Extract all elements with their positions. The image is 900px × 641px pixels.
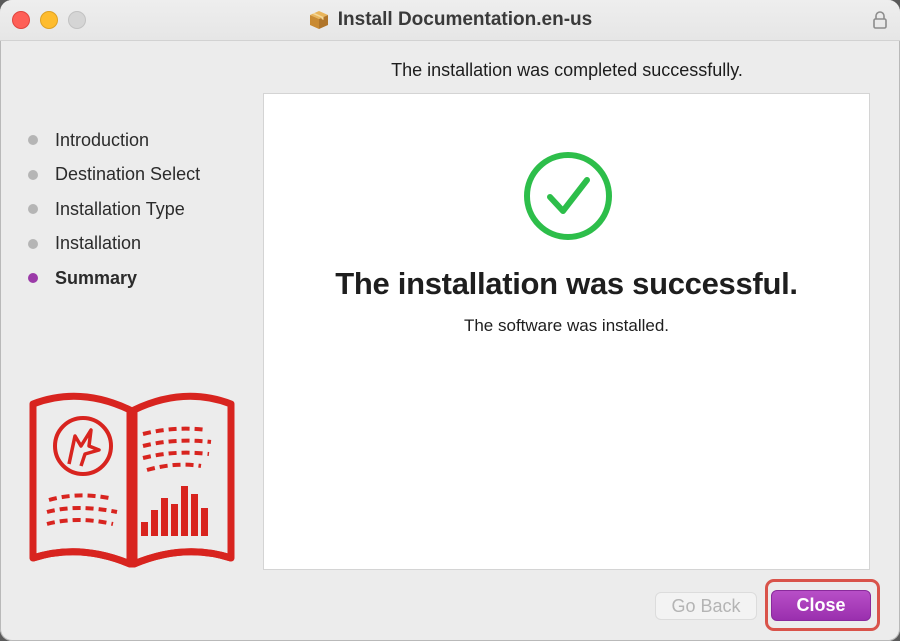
step-status-dot [28, 204, 38, 215]
close-button[interactable]: Close [771, 590, 871, 621]
step-introduction: Introduction [28, 123, 200, 158]
step-label: Destination Select [55, 164, 201, 185]
go-back-button: Go Back [655, 592, 757, 620]
step-status-dot [28, 273, 38, 284]
checkmark-circle-icon [524, 152, 612, 240]
step-label: Installation [55, 233, 142, 254]
step-installation: Installation [28, 227, 200, 262]
documentation-book-logo [29, 392, 235, 568]
step-status-dot [28, 135, 38, 146]
lock-icon [873, 11, 887, 29]
installer-header-message: The installation was completed successfu… [391, 60, 743, 80]
step-label: Introduction [55, 129, 150, 150]
success-title: The installation was successful. [335, 266, 798, 301]
step-summary: Summary [28, 261, 200, 296]
step-status-dot [28, 238, 38, 249]
installer-content-panel: The installation was successful. The sof… [263, 93, 870, 570]
success-subtitle: The software was installed. [463, 316, 670, 335]
window-title: Install Documentation.en-us [337, 9, 593, 30]
installer-window: Install Documentation.en-us The installa… [0, 0, 900, 641]
step-status-dot [28, 169, 38, 180]
step-installation-type: Installation Type [28, 192, 200, 227]
title-bar: Install Documentation.en-us [0, 0, 900, 41]
package-icon [309, 11, 328, 29]
step-destination-select: Destination Select [28, 158, 200, 193]
step-label: Installation Type [55, 198, 185, 219]
installer-steps-list: Introduction Destination Select Installa… [28, 123, 200, 296]
window-title-group: Install Documentation.en-us [0, 0, 900, 40]
step-label: Summary [55, 267, 138, 288]
